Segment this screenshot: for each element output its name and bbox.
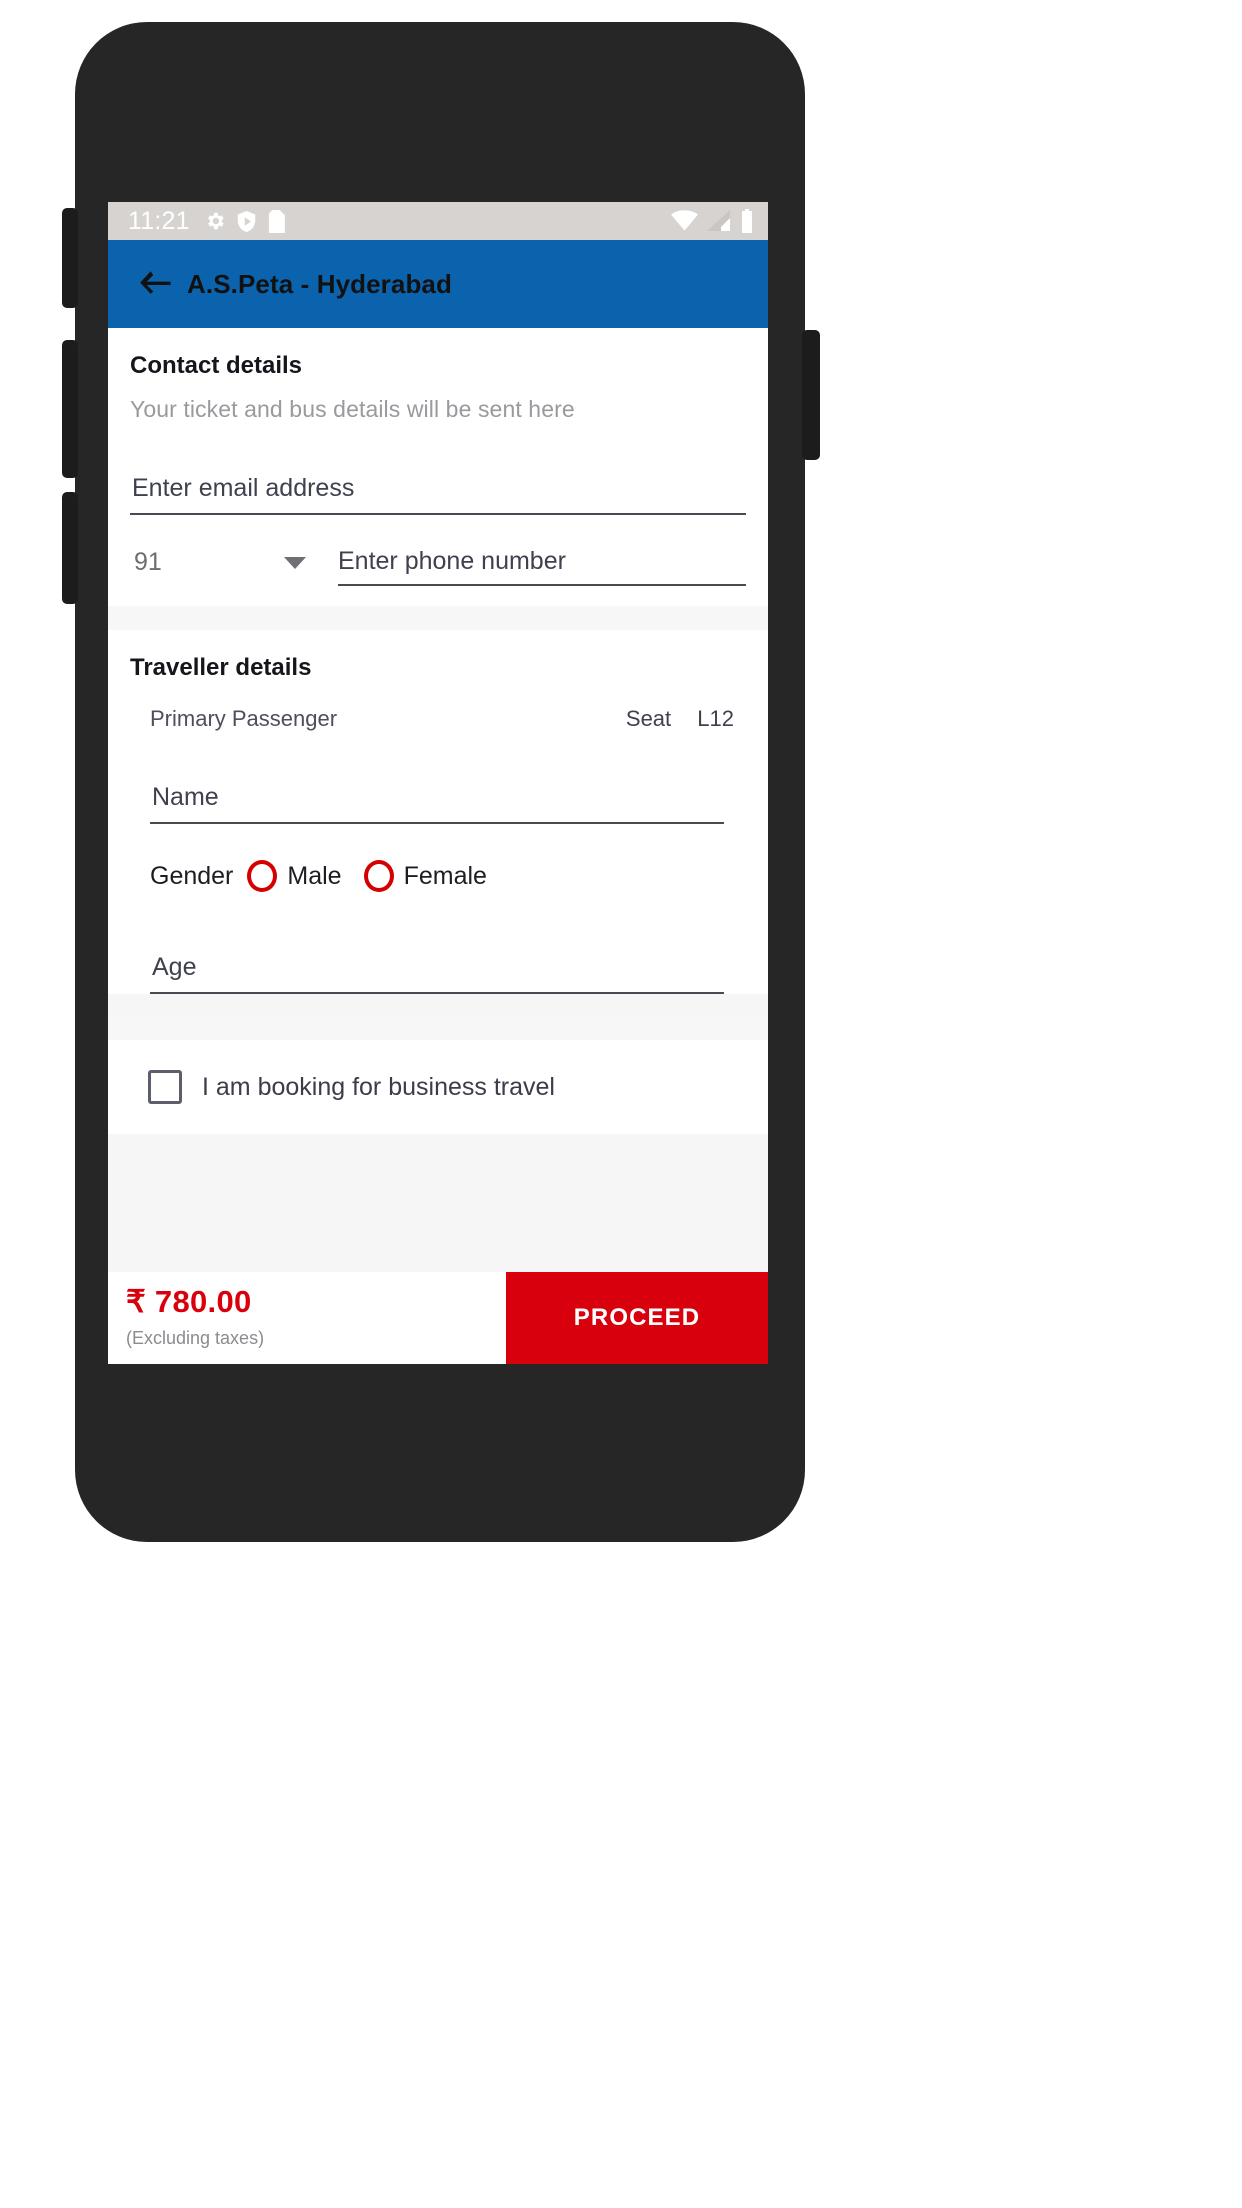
business-travel-checkbox[interactable]: [148, 1070, 182, 1104]
phone-placeholder: Enter phone number: [338, 547, 566, 575]
section-divider-1: [108, 606, 768, 630]
phone-side-button-1[interactable]: [62, 208, 78, 308]
app-bar: A.S.Peta - Hyderabad: [108, 240, 768, 328]
passenger-header-row: Primary Passenger Seat L12: [150, 706, 734, 732]
price-tax-note: (Excluding taxes): [126, 1328, 265, 1348]
email-placeholder: Enter email address: [132, 474, 355, 502]
section-divider-2: [108, 1016, 768, 1040]
email-field[interactable]: Enter email address: [130, 457, 746, 515]
passenger-label: Primary Passenger: [150, 706, 338, 731]
contact-details-card: Contact details Your ticket and bus deta…: [108, 328, 768, 606]
status-bar: 11:21: [108, 202, 768, 240]
price-summary: ₹ 780.00 (Excluding taxes): [108, 1272, 506, 1364]
status-bar-clock: 11:21: [128, 206, 190, 235]
status-bar-system-icons: [671, 209, 754, 233]
traveller-details-card: Traveller details Primary Passenger Seat…: [108, 630, 768, 994]
phone-field[interactable]: Enter phone number: [338, 547, 746, 586]
back-arrow-icon[interactable]: [138, 271, 172, 297]
age-field[interactable]: Age: [150, 936, 724, 994]
status-bar-notification-icons: [204, 209, 285, 233]
name-placeholder: Name: [152, 783, 219, 811]
business-travel-card: I am booking for business travel: [108, 1040, 768, 1134]
phone-side-button-3[interactable]: [62, 492, 78, 604]
radio-female[interactable]: [363, 860, 394, 892]
sd-card-icon: [268, 209, 285, 233]
chevron-down-icon: [284, 556, 306, 569]
phone-power-button[interactable]: [802, 330, 820, 460]
radio-male[interactable]: [247, 860, 278, 892]
seat-info: Seat L12: [626, 706, 734, 732]
phone-side-button-2[interactable]: [62, 340, 78, 478]
business-travel-label: I am booking for business travel: [202, 1072, 555, 1101]
name-field[interactable]: Name: [150, 766, 724, 824]
traveller-details-heading: Traveller details: [130, 654, 312, 681]
country-code-value: 91: [134, 548, 162, 576]
country-code-select[interactable]: 91: [130, 548, 320, 586]
phone-row: 91 Enter phone number: [130, 547, 746, 606]
radio-female-label[interactable]: Female: [404, 862, 487, 891]
proceed-button[interactable]: PROCEED: [506, 1272, 768, 1364]
main-content: Contact details Your ticket and bus deta…: [108, 328, 768, 1364]
phone-screen: 11:21 A.S.Peta - Hyderabad Contact detai…: [108, 202, 768, 1364]
total-price: ₹ 780.00: [126, 1284, 252, 1319]
gear-icon: [207, 212, 224, 230]
contact-details-heading: Contact details: [130, 352, 303, 379]
age-placeholder: Age: [152, 953, 197, 981]
radio-male-label[interactable]: Male: [287, 862, 341, 891]
cellular-signal-icon: [707, 210, 730, 231]
bottom-action-bar: ₹ 780.00 (Excluding taxes) PROCEED: [108, 1272, 768, 1364]
gender-row: Gender Male Female: [150, 860, 746, 892]
gender-label: Gender: [150, 861, 234, 890]
seat-label: Seat: [625, 706, 672, 731]
seat-number: L12: [697, 706, 734, 731]
page-title: A.S.Peta - Hyderabad: [187, 268, 452, 299]
contact-details-subtitle: Your ticket and bus details will be sent…: [130, 396, 575, 422]
battery-icon: [742, 209, 752, 233]
play-protect-icon: [237, 210, 255, 232]
wifi-icon: [671, 210, 698, 231]
business-travel-row[interactable]: I am booking for business travel: [130, 1040, 746, 1134]
screenshot-root: 11:21 A.S.Peta - Hyderabad Contact detai…: [0, 0, 1242, 2208]
